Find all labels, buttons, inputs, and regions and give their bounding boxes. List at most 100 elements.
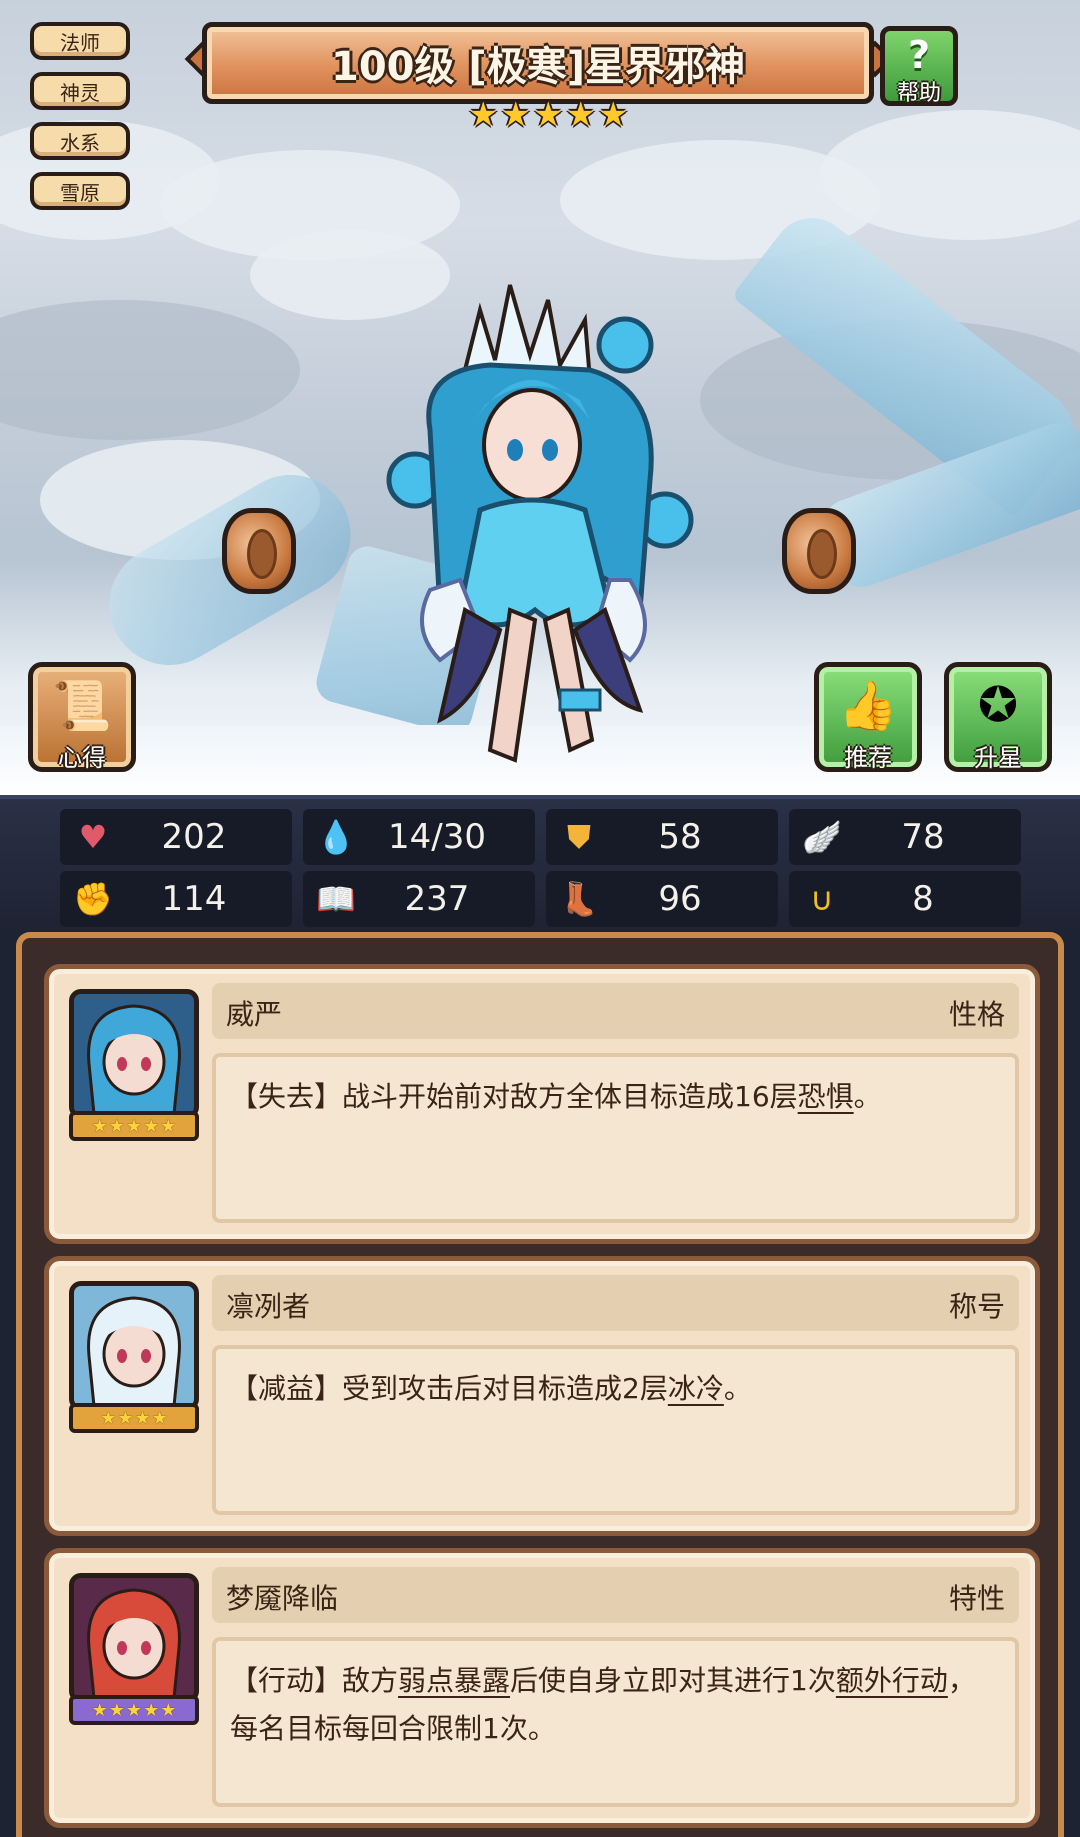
hero-scene: 法师 神灵 水系 雪原 100级 [极寒]星界邪神 ★★★★★ ? 帮助 — [0, 0, 1080, 795]
description-text: 【减益】受到攻击后对目标造成2层 — [230, 1372, 668, 1405]
skill-card[interactable]: ★ ★ ★ ★ ★ 梦魇降临 特性 【行动】敌方弱点暴露后使自身立即对其进行1次额外行动… — [44, 1548, 1040, 1828]
keyword-link[interactable]: 弱点暴露 — [398, 1664, 510, 1697]
hero-title: 100级 [极寒]星界邪神 — [331, 44, 745, 90]
stat-value: 78 — [901, 817, 945, 857]
recommend-button[interactable]: 👍 推荐 — [814, 662, 922, 772]
book-icon: 📖 — [316, 880, 356, 918]
star-icon: ★ — [532, 95, 564, 135]
skill-name: 威严 — [226, 998, 283, 1031]
star-icon: ★ — [151, 1407, 168, 1429]
water-drop-icon: 💧 — [316, 818, 356, 856]
description-text: 。 — [853, 1080, 882, 1113]
tag-terrain[interactable]: 雪原 — [30, 172, 130, 210]
star-icon: ★ — [91, 1115, 108, 1137]
star-icon: ★ — [125, 1115, 143, 1137]
character-portrait-icon — [87, 1296, 181, 1406]
stat-hp[interactable]: ♥ 202 — [60, 809, 292, 865]
star-icon: ★ — [143, 1115, 160, 1137]
stat-value: 114 — [161, 879, 227, 919]
keyword-link[interactable]: 额外行动 — [836, 1664, 948, 1697]
heart-icon: ♥ — [78, 818, 108, 856]
star-icon: ★ — [597, 95, 629, 135]
star-icon: ★ — [143, 1699, 160, 1721]
star-icon: ★ — [108, 1115, 125, 1137]
skill-description: 【减益】受到攻击后对目标造成2层冰冷。 — [212, 1345, 1019, 1515]
star-icon: ★ — [125, 1699, 143, 1721]
star-icon: ★ — [160, 1115, 177, 1137]
portrait-star-rating: ★ ★ ★ ★ ★ — [69, 1695, 199, 1725]
stat-value: 8 — [912, 879, 934, 919]
star-icon: ★ — [565, 95, 596, 135]
skill-name: 梦魇降临 — [226, 1582, 339, 1615]
stat-value: 202 — [161, 817, 227, 857]
skill-header: 梦魇降临 特性 — [212, 1567, 1019, 1623]
star-up-button[interactable]: ✪ 升星 — [944, 662, 1052, 772]
stat-magic[interactable]: 📖 237 — [303, 871, 535, 927]
skill-card[interactable]: ★ ★ ★ ★ 凛冽者 称号 【减益】受到攻击后对目标造成2层冰冷。 — [44, 1256, 1040, 1536]
stat-defense[interactable]: ⛊ 58 — [546, 809, 778, 865]
stat-agility[interactable]: 🪽 78 — [789, 809, 1021, 865]
stat-speed[interactable]: 👢 96 — [546, 871, 778, 927]
stat-value: 14/30 — [388, 817, 486, 857]
star-icon: ★ — [91, 1699, 108, 1721]
character-portrait-icon — [87, 1004, 181, 1114]
scroll-icon: 📜 — [52, 678, 112, 734]
star-up-label: 升星 — [974, 744, 1022, 772]
character-portrait-icon — [87, 1588, 181, 1698]
cloud — [0, 300, 300, 440]
horseshoe-icon: ∪ — [810, 880, 834, 918]
shield-icon: ⛊ — [566, 817, 591, 856]
skill-header: 凛冽者 称号 — [212, 1275, 1019, 1331]
hero-character[interactable] — [370, 280, 700, 780]
ice-goddess-sprite — [386, 284, 694, 763]
skill-type: 性格 — [948, 998, 1005, 1031]
stat-luck[interactable]: ∪ 8 — [789, 871, 1021, 927]
wing-icon: 🪽 — [802, 818, 842, 856]
description-text: 后使自身立即对其进行1次 — [510, 1664, 836, 1697]
hero-title-banner: 100级 [极寒]星界邪神 — [202, 22, 874, 104]
star-icon: ★ — [468, 95, 499, 135]
skill-portrait — [69, 1573, 199, 1703]
fist-icon: ✊ — [73, 880, 113, 918]
tag-race[interactable]: 神灵 — [30, 72, 130, 110]
skill-description: 【行动】敌方弱点暴露后使自身立即对其进行1次额外行动，每名目标每回合限制1次。 — [212, 1637, 1019, 1807]
stat-attack[interactable]: ✊ 114 — [60, 871, 292, 927]
stat-value: 96 — [658, 879, 702, 919]
star-icon: ★ — [134, 1407, 151, 1429]
question-icon: ? — [907, 33, 931, 77]
star-badge-icon: ✪ — [977, 677, 1019, 733]
recommend-label: 推荐 — [844, 744, 892, 772]
skills-panel: ★ ★ ★ ★ ★ 威严 性格 【失去】战斗开始前对敌方全体目标造成16层恐惧。 ★ ★ ★… — [16, 932, 1064, 1837]
tag-class[interactable]: 法师 — [30, 22, 130, 60]
star-icon: ★ — [108, 1699, 125, 1721]
star-icon: ★ — [500, 95, 531, 135]
portrait-star-rating: ★ ★ ★ ★ — [69, 1403, 199, 1433]
description-text: 【失去】战斗开始前对敌方全体目标造成16层 — [230, 1080, 798, 1113]
description-text: 。 — [723, 1372, 752, 1405]
skill-name: 凛冽者 — [226, 1290, 311, 1323]
skill-description: 【失去】战斗开始前对敌方全体目标造成16层恐惧。 — [212, 1053, 1019, 1223]
stat-value: 58 — [658, 817, 702, 857]
stat-value: 237 — [404, 879, 470, 919]
stats-panel: ♥ 202 💧 14/30 ⛊ 58 🪽 78 ✊ 114 📖 237 👢 96… — [0, 795, 1080, 933]
skill-type: 特性 — [948, 1582, 1005, 1615]
skill-type: 称号 — [948, 1290, 1005, 1323]
bronze-orb-icon — [782, 508, 856, 594]
hero-star-rating: ★ ★ ★ ★ ★ — [468, 98, 628, 132]
insight-label: 心得 — [58, 744, 106, 772]
portrait-star-rating: ★ ★ ★ ★ ★ — [69, 1111, 199, 1141]
tag-element[interactable]: 水系 — [30, 122, 130, 160]
help-button[interactable]: ? 帮助 — [880, 26, 958, 106]
bronze-orb-icon — [222, 508, 296, 594]
help-label: 帮助 — [896, 81, 941, 106]
skill-header: 威严 性格 — [212, 983, 1019, 1039]
skill-portrait — [69, 1281, 199, 1411]
keyword-link[interactable]: 恐惧 — [798, 1080, 854, 1113]
star-icon: ★ — [160, 1699, 177, 1721]
stat-mana[interactable]: 💧 14/30 — [303, 809, 535, 865]
skill-card[interactable]: ★ ★ ★ ★ ★ 威严 性格 【失去】战斗开始前对敌方全体目标造成16层恐惧。 — [44, 964, 1040, 1244]
insight-button[interactable]: 📜 心得 — [28, 662, 136, 772]
thumbs-up-icon: 👍 — [838, 678, 898, 734]
keyword-link[interactable]: 冰冷 — [668, 1372, 724, 1405]
star-icon: ★ — [100, 1407, 117, 1429]
